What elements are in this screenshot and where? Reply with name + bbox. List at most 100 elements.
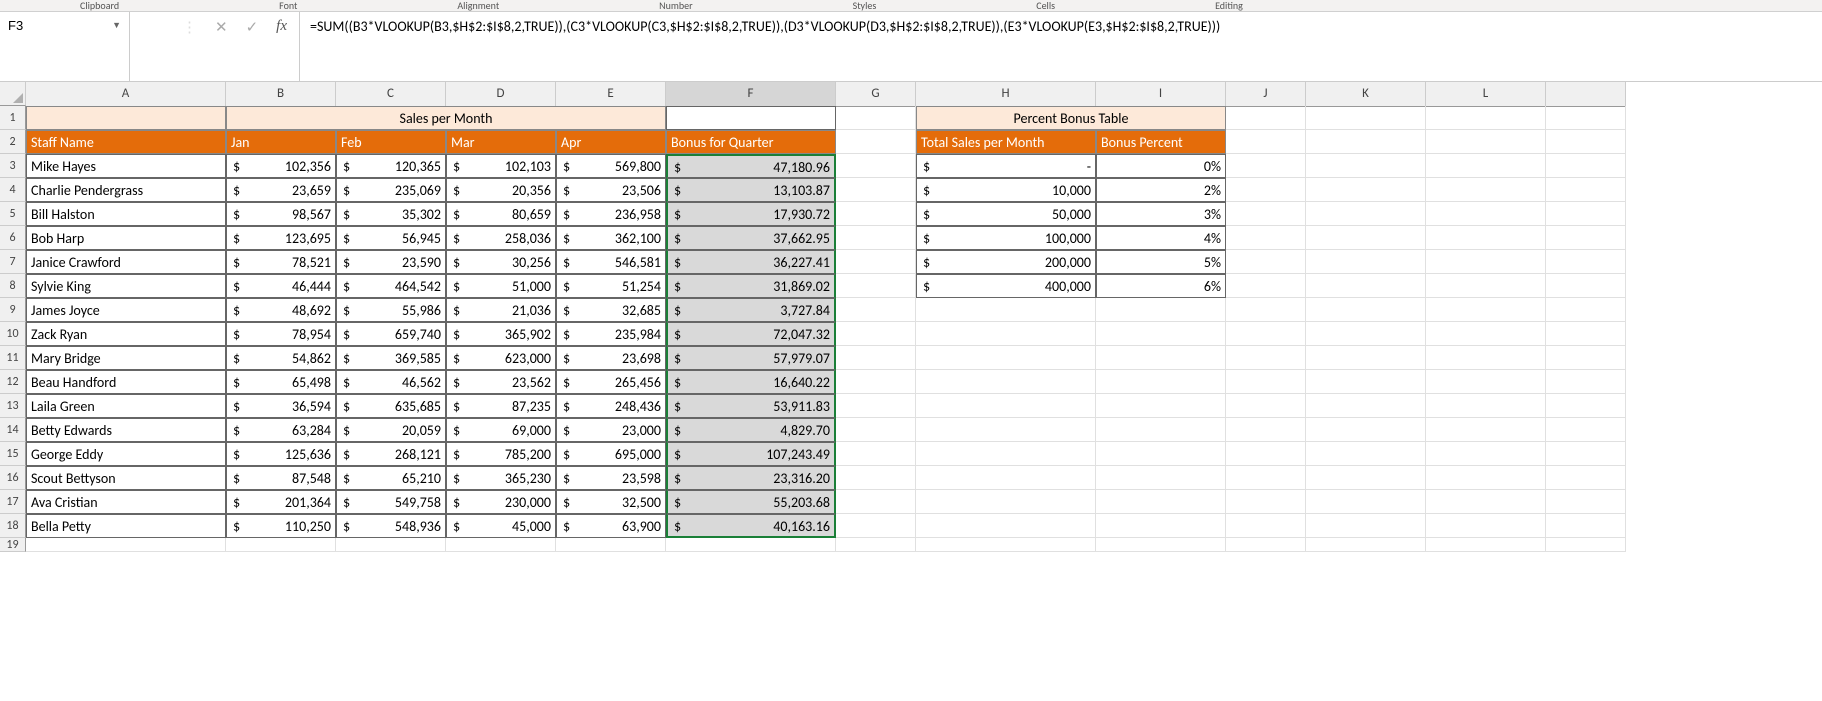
cell-blank[interactable]	[1226, 370, 1306, 394]
col-header-D[interactable]: D	[446, 82, 556, 107]
cell-bonus[interactable]: $3,727.84	[666, 298, 836, 322]
cell-blank[interactable]	[1426, 274, 1546, 298]
cell-G17[interactable]	[836, 490, 916, 514]
cell-bonus[interactable]: $107,243.49	[666, 442, 836, 466]
cell-blank[interactable]	[1546, 274, 1626, 298]
cell-blank[interactable]	[1306, 442, 1426, 466]
cell-staff-name[interactable]: Laila Green	[26, 394, 226, 418]
cell-staff-name[interactable]: Betty Edwards	[26, 418, 226, 442]
cell-blank[interactable]	[1546, 418, 1626, 442]
cell-blank[interactable]	[1306, 274, 1426, 298]
col-header-J[interactable]: J	[1226, 82, 1306, 107]
cell-bonus[interactable]: $23,316.20	[666, 466, 836, 490]
row-header-9[interactable]: 9	[0, 298, 26, 322]
cell-blank[interactable]	[1546, 178, 1626, 202]
cell-H14[interactable]	[916, 418, 1096, 442]
cell-blank[interactable]	[1426, 514, 1546, 538]
select-all-corner[interactable]	[0, 82, 26, 106]
col-header-F[interactable]: F	[666, 82, 836, 107]
cell-staff-name[interactable]: Sylvie King	[26, 274, 226, 298]
cell-mar[interactable]: $80,659	[446, 202, 556, 226]
cell-blank[interactable]	[1226, 250, 1306, 274]
cell-blank[interactable]	[1306, 418, 1426, 442]
cell-G13[interactable]	[836, 394, 916, 418]
cell-bonus[interactable]: $17,930.72	[666, 202, 836, 226]
column-headers[interactable]: A B C D E F G H I J K L	[26, 82, 1626, 106]
row-header-5[interactable]: 5	[0, 202, 26, 226]
col-header-C[interactable]: C	[336, 82, 446, 107]
cell-bonus[interactable]: $13,103.87	[666, 178, 836, 202]
cell-feb[interactable]: $268,121	[336, 442, 446, 466]
cell-blank[interactable]	[1306, 490, 1426, 514]
cell-blank[interactable]	[1426, 130, 1546, 154]
cell-bonus[interactable]: $31,869.02	[666, 274, 836, 298]
cell-jan[interactable]: $87,548	[226, 466, 336, 490]
cell-jan[interactable]: $78,521	[226, 250, 336, 274]
cell-mar[interactable]: $623,000	[446, 346, 556, 370]
cell-bonus-pct[interactable]: 5%	[1096, 250, 1226, 274]
col-header-E[interactable]: E	[556, 82, 666, 107]
cell-bonus[interactable]: $47,180.96	[666, 154, 836, 178]
cell-A1[interactable]	[26, 106, 226, 130]
cell-jan[interactable]: $125,636	[226, 442, 336, 466]
cell-blank[interactable]	[1306, 466, 1426, 490]
col-header-I[interactable]: I	[1096, 82, 1226, 107]
row-header-18[interactable]: 18	[0, 514, 26, 538]
header-staff-name[interactable]: Staff Name	[26, 130, 226, 154]
cell-G10[interactable]	[836, 322, 916, 346]
row-header-13[interactable]: 13	[0, 394, 26, 418]
cell-row19[interactable]	[336, 538, 446, 552]
cell-blank[interactable]	[1546, 250, 1626, 274]
header-mar[interactable]: Mar	[446, 130, 556, 154]
cell-mar[interactable]: $230,000	[446, 490, 556, 514]
name-box-input[interactable]	[8, 18, 78, 33]
cell-feb[interactable]: $235,069	[336, 178, 446, 202]
cell-blank[interactable]	[1426, 442, 1546, 466]
cell-bonus[interactable]: $53,911.83	[666, 394, 836, 418]
cell-H12[interactable]	[916, 370, 1096, 394]
cell-blank[interactable]	[1306, 322, 1426, 346]
cell-jan[interactable]: $110,250	[226, 514, 336, 538]
cell-staff-name[interactable]: Janice Crawford	[26, 250, 226, 274]
header-percent-bonus-table[interactable]: Percent Bonus Table	[916, 106, 1226, 130]
cell-feb[interactable]: $659,740	[336, 322, 446, 346]
col-header-G[interactable]: G	[836, 82, 916, 107]
spreadsheet-grid[interactable]: A B C D E F G H I J K L 1234567891011121…	[0, 82, 1822, 562]
cell-feb[interactable]: $65,210	[336, 466, 446, 490]
cell-blank[interactable]	[1546, 442, 1626, 466]
cell-blank[interactable]	[1306, 202, 1426, 226]
cell-jan[interactable]: $123,695	[226, 226, 336, 250]
cell-apr[interactable]: $695,000	[556, 442, 666, 466]
cell-bonus-pct[interactable]: 4%	[1096, 226, 1226, 250]
cell-G8[interactable]	[836, 274, 916, 298]
header-total-sales[interactable]: Total Sales per Month	[916, 130, 1096, 154]
cell-staff-name[interactable]: George Eddy	[26, 442, 226, 466]
cell-mar[interactable]: $51,000	[446, 274, 556, 298]
cell-mar[interactable]: $45,000	[446, 514, 556, 538]
cell-bonus-threshold[interactable]: $200,000	[916, 250, 1096, 274]
cell-blank[interactable]	[1426, 370, 1546, 394]
cell-apr[interactable]: $362,100	[556, 226, 666, 250]
cell-blank[interactable]	[1426, 298, 1546, 322]
cell-blank[interactable]	[1306, 226, 1426, 250]
cell-bonus-threshold[interactable]: $10,000	[916, 178, 1096, 202]
cell-blank[interactable]	[1226, 130, 1306, 154]
cell-mar[interactable]: $87,235	[446, 394, 556, 418]
cell-F1[interactable]	[666, 106, 836, 130]
cell-blank[interactable]	[1226, 442, 1306, 466]
cell-I13[interactable]	[1096, 394, 1226, 418]
cell-H13[interactable]	[916, 394, 1096, 418]
cell-bonus[interactable]: $72,047.32	[666, 322, 836, 346]
cell-bonus[interactable]: $4,829.70	[666, 418, 836, 442]
cell-feb[interactable]: $120,365	[336, 154, 446, 178]
cell-jan[interactable]: $23,659	[226, 178, 336, 202]
row-header-14[interactable]: 14	[0, 418, 26, 442]
cell-apr[interactable]: $51,254	[556, 274, 666, 298]
cell-blank[interactable]	[1546, 154, 1626, 178]
cell-bonus-pct[interactable]: 6%	[1096, 274, 1226, 298]
cell-mar[interactable]: $20,356	[446, 178, 556, 202]
cell-bonus[interactable]: $40,163.16	[666, 514, 836, 538]
cell-feb[interactable]: $549,758	[336, 490, 446, 514]
cell-bonus-pct[interactable]: 2%	[1096, 178, 1226, 202]
cell-mar[interactable]: $365,902	[446, 322, 556, 346]
